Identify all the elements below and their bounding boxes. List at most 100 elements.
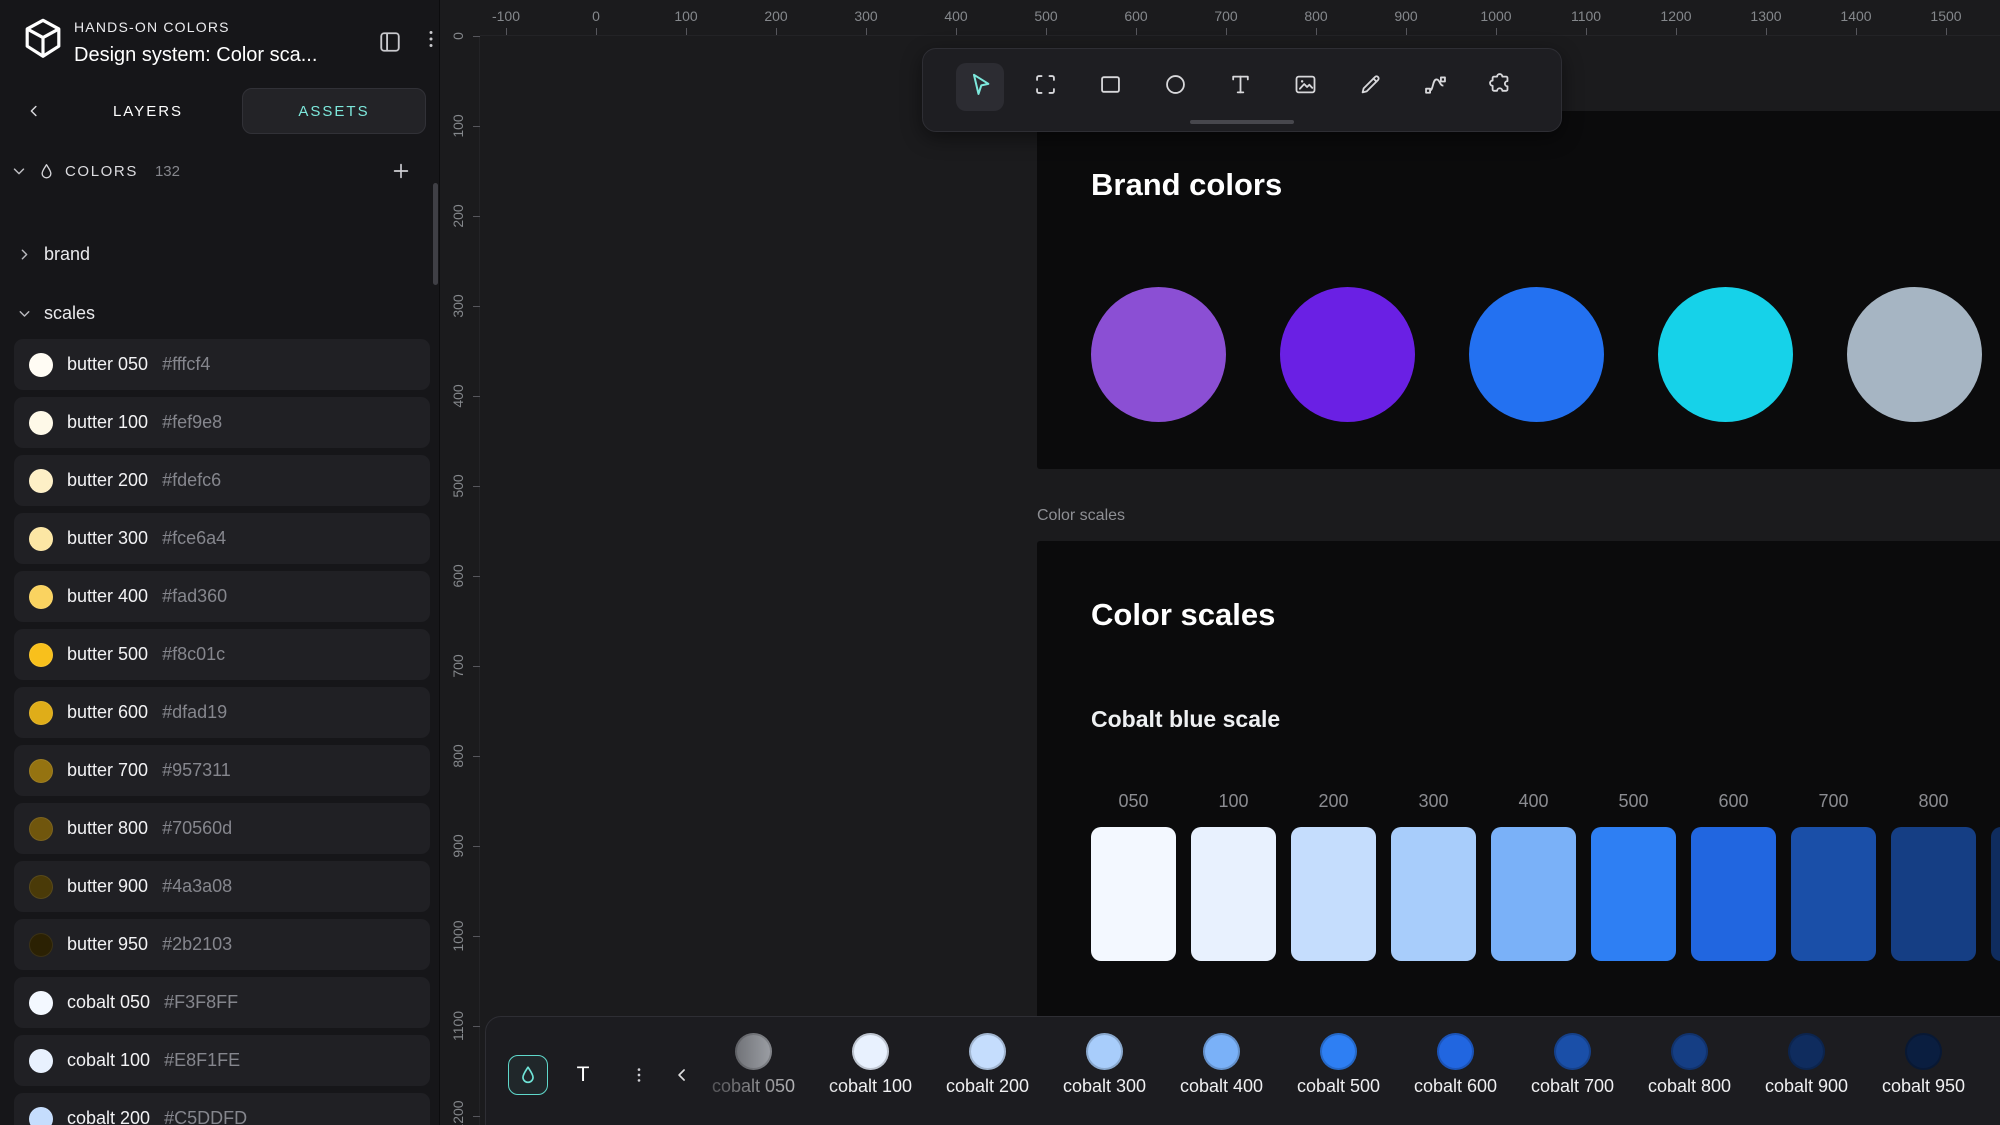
swatch-circle bbox=[1905, 1033, 1942, 1070]
board-heading[interactable]: Color scales bbox=[1091, 597, 1275, 633]
colors-count: 132 bbox=[155, 163, 180, 180]
palette-swatch-item[interactable]: cobalt 100 bbox=[812, 1033, 929, 1097]
canvas[interactable]: Brand colors Brand colors Color scales C… bbox=[441, 0, 2000, 1125]
scale-subtitle[interactable]: Cobalt blue scale bbox=[1091, 706, 1280, 733]
tab-layers[interactable]: LAYERS bbox=[54, 103, 242, 120]
brand-color-circle[interactable] bbox=[1280, 287, 1415, 422]
toolbar-drag-handle[interactable] bbox=[1190, 120, 1294, 124]
collapse-sidebar-icon[interactable] bbox=[14, 89, 54, 133]
palette-swatch-item[interactable]: cobalt 300 bbox=[1046, 1033, 1163, 1097]
scale-color-rect[interactable] bbox=[1691, 827, 1776, 961]
image-tool[interactable] bbox=[1281, 63, 1329, 111]
ruler-tick bbox=[866, 28, 867, 35]
ellipse-tool[interactable] bbox=[1151, 63, 1199, 111]
ruler-label: 0 bbox=[450, 32, 466, 40]
file-title[interactable]: Design system: Color sca... bbox=[74, 44, 317, 67]
asset-color-item[interactable]: butter 300#fce6a4 bbox=[14, 513, 430, 564]
ruler-tick bbox=[1496, 28, 1497, 35]
brand-color-circle[interactable] bbox=[1091, 287, 1226, 422]
palette-swatch-item[interactable]: cobalt 200 bbox=[929, 1033, 1046, 1097]
palette-swatch-item[interactable]: cobalt 900 bbox=[1748, 1033, 1865, 1097]
color-hex-value: #70560d bbox=[162, 818, 232, 839]
frame-icon bbox=[1032, 71, 1059, 103]
asset-color-item[interactable]: butter 400#fad360 bbox=[14, 571, 430, 622]
pencil-tool[interactable] bbox=[1346, 63, 1394, 111]
scale-color-rect[interactable] bbox=[1591, 827, 1676, 961]
horizontal-ruler[interactable]: -100010020030040050060070080090010001100… bbox=[480, 0, 2000, 36]
board-heading[interactable]: Brand colors bbox=[1091, 167, 1282, 203]
palette-swatch-item[interactable]: cobalt 600 bbox=[1397, 1033, 1514, 1097]
asset-color-item[interactable]: cobalt 100#E8F1FE bbox=[14, 1035, 430, 1086]
palette-swatch-item[interactable]: cobalt 700 bbox=[1514, 1033, 1631, 1097]
palette-swatch-item[interactable]: cobalt 050 bbox=[695, 1033, 812, 1097]
scale-color-rect[interactable] bbox=[1891, 827, 1976, 961]
scale-step-label[interactable]: 300 bbox=[1418, 791, 1448, 813]
asset-group-scales[interactable]: scales bbox=[16, 295, 95, 331]
asset-color-item[interactable]: butter 950#2b2103 bbox=[14, 919, 430, 970]
project-label: HANDS-ON COLORS bbox=[74, 19, 230, 35]
asset-color-item[interactable]: butter 100#fef9e8 bbox=[14, 397, 430, 448]
sidebar-scrollbar[interactable] bbox=[433, 183, 438, 285]
scale-color-rect[interactable] bbox=[1791, 827, 1876, 961]
chevron-down-icon[interactable] bbox=[10, 162, 28, 180]
palette-swatch-item[interactable]: cobalt 800 bbox=[1631, 1033, 1748, 1097]
board-tool[interactable] bbox=[1021, 63, 1069, 111]
scale-step-label[interactable]: 800 bbox=[1918, 791, 1948, 813]
pages-icon[interactable] bbox=[376, 28, 404, 56]
asset-group-brand[interactable]: brand bbox=[16, 236, 90, 272]
chevron-right-icon bbox=[16, 246, 33, 263]
scale-color-rect[interactable] bbox=[1491, 827, 1576, 961]
palette-scroll-left-icon[interactable] bbox=[662, 1055, 702, 1095]
ruler-tick bbox=[473, 126, 480, 127]
asset-color-item[interactable]: butter 700#957311 bbox=[14, 745, 430, 796]
scale-step-label[interactable]: 050 bbox=[1118, 791, 1148, 813]
board-name-label[interactable]: Color scales bbox=[1037, 507, 1125, 525]
ruler-label: 300 bbox=[450, 294, 466, 317]
penpot-logo-icon[interactable] bbox=[20, 16, 66, 62]
asset-color-item[interactable]: butter 500#f8c01c bbox=[14, 629, 430, 680]
vertical-ruler[interactable]: 0100200300400500600700800900100011001200 bbox=[440, 36, 480, 1125]
brand-color-circle[interactable] bbox=[1469, 287, 1604, 422]
scale-color-rect[interactable] bbox=[1991, 827, 2000, 961]
swatch-label: cobalt 500 bbox=[1297, 1076, 1380, 1097]
brand-color-circle[interactable] bbox=[1658, 287, 1793, 422]
palette-swatch-item[interactable]: cobalt 400 bbox=[1163, 1033, 1280, 1097]
main-menu-icon[interactable] bbox=[419, 27, 443, 57]
scale-step-label[interactable]: 400 bbox=[1518, 791, 1548, 813]
asset-color-item[interactable]: butter 800#70560d bbox=[14, 803, 430, 854]
asset-color-item[interactable]: cobalt 200#C5DDFD bbox=[14, 1093, 430, 1125]
board-brand-colors[interactable]: Brand colors bbox=[1037, 111, 2000, 469]
scale-step-label[interactable]: 500 bbox=[1618, 791, 1648, 813]
scale-column: 400 bbox=[1491, 791, 1576, 961]
scale-color-rect[interactable] bbox=[1191, 827, 1276, 961]
scale-step-label[interactable]: 200 bbox=[1318, 791, 1348, 813]
brand-color-circle[interactable] bbox=[1847, 287, 1982, 422]
scale-color-rect[interactable] bbox=[1291, 827, 1376, 961]
scale-step-label[interactable]: 600 bbox=[1718, 791, 1748, 813]
scale-step-label[interactable]: 100 bbox=[1218, 791, 1248, 813]
scale-color-rect[interactable] bbox=[1091, 827, 1176, 961]
colors-section-header[interactable]: COLORS 132 bbox=[10, 155, 430, 187]
palette-swatch-item[interactable]: cobalt 950 bbox=[1865, 1033, 1982, 1097]
palette-swatch-item[interactable]: cobalt 500 bbox=[1280, 1033, 1397, 1097]
asset-color-item[interactable]: butter 200#fdefc6 bbox=[14, 455, 430, 506]
text-tool[interactable] bbox=[1216, 63, 1264, 111]
color-hex-value: #957311 bbox=[162, 760, 231, 781]
asset-color-item[interactable]: cobalt 050#F3F8FF bbox=[14, 977, 430, 1028]
plugins-tool[interactable] bbox=[1476, 63, 1524, 111]
palette-typography-button[interactable]: T bbox=[563, 1055, 603, 1095]
asset-color-item[interactable]: butter 600#dfad19 bbox=[14, 687, 430, 738]
palette-menu-icon[interactable] bbox=[619, 1055, 659, 1095]
scale-color-rect[interactable] bbox=[1391, 827, 1476, 961]
asset-color-item[interactable]: butter 050#fffcf4 bbox=[14, 339, 430, 390]
rectangle-tool[interactable] bbox=[1086, 63, 1134, 111]
palette-color-mode-button[interactable] bbox=[508, 1055, 548, 1095]
tab-assets[interactable]: ASSETS bbox=[242, 88, 426, 134]
scale-step-label[interactable]: 700 bbox=[1818, 791, 1848, 813]
swatch-label: cobalt 050 bbox=[712, 1076, 795, 1097]
path-tool[interactable] bbox=[1411, 63, 1459, 111]
asset-color-item[interactable]: butter 900#4a3a08 bbox=[14, 861, 430, 912]
color-name: butter 950 bbox=[67, 934, 148, 955]
add-color-icon[interactable] bbox=[388, 158, 414, 184]
move-tool[interactable] bbox=[956, 63, 1004, 111]
